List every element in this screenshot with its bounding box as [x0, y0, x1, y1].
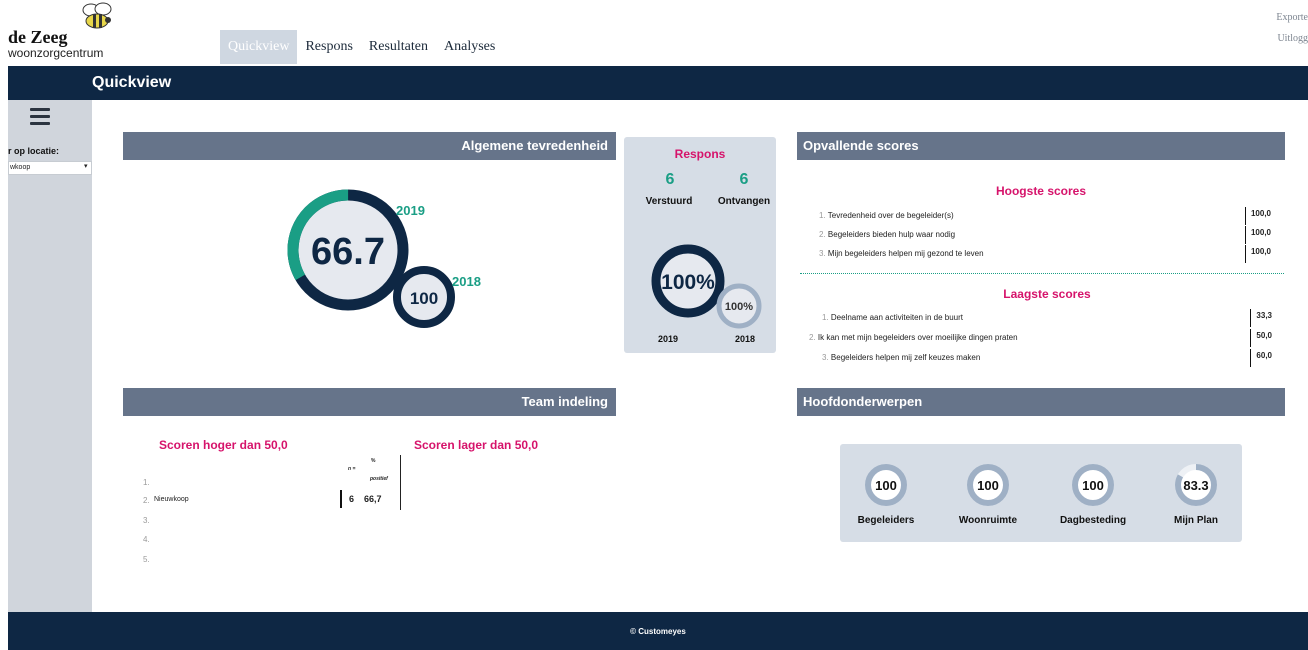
hoofd-label: Dagbesteding	[1059, 515, 1127, 526]
hoofd-label: Begeleiders	[857, 515, 915, 526]
section-team-indeling: Team indeling	[123, 388, 616, 416]
hoofd-gauge: 100	[967, 464, 1009, 506]
sidebar	[8, 100, 92, 612]
row-label: Begeleiders bieden hulp waar nodig	[827, 230, 956, 239]
team-row-n: 6	[349, 494, 355, 504]
title-bar	[8, 66, 1308, 100]
bee-icon	[82, 2, 112, 29]
row-index: 3.	[822, 353, 829, 362]
location-select[interactable]: wkoop	[8, 161, 92, 175]
row-label: Ik kan met mijn begeleiders over moeilij…	[817, 333, 1018, 342]
laagste-row: 2. Ik kan met mijn begeleiders over moei…	[809, 329, 1280, 347]
verstuurd-label: Verstuurd	[645, 196, 693, 207]
respons-value-2018: 100%	[725, 301, 753, 313]
respons-title: Respons	[674, 147, 726, 161]
value-divider	[340, 490, 342, 508]
brand-subtitle: woonzorgcentrum	[8, 46, 104, 60]
row-value: 100,0	[1244, 207, 1271, 225]
tab-analyses[interactable]: Analyses	[436, 30, 503, 64]
divider	[800, 273, 1284, 274]
row-value: 100,0	[1244, 245, 1271, 263]
hoofd-gauge: 100	[1072, 464, 1114, 506]
verstuurd-value: 6	[665, 171, 675, 188]
row-index: 2.	[819, 230, 826, 239]
respons-value-2019: 100%	[661, 271, 715, 294]
col-n-header: n =	[348, 466, 356, 472]
hoogste-scores-title: Hoogste scores	[995, 184, 1087, 198]
scoren-hoger-title: Scoren hoger dan 50,0	[159, 438, 288, 452]
team-row-index: 1.	[143, 478, 150, 487]
team-row-pct: 66,7	[364, 494, 382, 504]
hoogste-row: 1. Tevredenheid over de begeleider(s) 10…	[819, 207, 1279, 225]
ontvangen-value: 6	[739, 171, 749, 188]
hoofdonderwerpen-gauges: 100 100 100 83.3	[865, 464, 1217, 506]
team-row-index: 3.	[143, 516, 150, 525]
location-filter-label: r op locatie:	[8, 146, 60, 156]
laagste-scores-title: Laagste scores	[1003, 287, 1091, 301]
tab-respons[interactable]: Respons	[297, 30, 360, 64]
hoofd-gauge: 83.3	[1175, 464, 1217, 506]
satisfaction-value-2018: 100	[410, 289, 438, 308]
section-algemene-tevredenheid: Algemene tevredenheid	[123, 132, 616, 160]
respons-donut-widget: 100% 100%	[651, 244, 762, 329]
hoofd-gauge-value: 100	[1082, 478, 1104, 493]
row-index: 1.	[819, 211, 826, 220]
chevron-down-icon: ▾	[84, 163, 88, 170]
satisfaction-year-2018: 2018	[452, 274, 481, 289]
scoren-lager-title: Scoren lager dan 50,0	[414, 438, 539, 452]
respons-year-2018: 2018	[735, 334, 756, 344]
main-nav: Quickview Respons Resultaten Analyses	[220, 30, 503, 64]
respons-year-2019: 2019	[658, 334, 679, 344]
row-index: 2.	[809, 333, 816, 342]
hoogste-row: 2. Begeleiders bieden hulp waar nodig 10…	[819, 226, 1279, 244]
team-row-index: 4.	[143, 535, 150, 544]
hoofd-gauge: 100	[865, 464, 907, 506]
row-label: Deelname aan activiteiten in de buurt	[830, 313, 963, 322]
tab-quickview[interactable]: Quickview	[220, 30, 298, 64]
hoofd-label: Mijn Plan	[1174, 515, 1218, 526]
row-value: 50,0	[1250, 329, 1272, 347]
row-label: Mijn begeleiders helpen mij gezond te le…	[827, 249, 984, 258]
satisfaction-year-2019: 2019	[396, 203, 425, 218]
row-value: 60,0	[1250, 349, 1272, 367]
hamburger-icon[interactable]	[30, 108, 50, 129]
top-links: Exporte Uitlogg	[1276, 12, 1308, 54]
col-positief-header: positief	[370, 476, 388, 482]
team-row-name: Nieuwkoop	[154, 496, 189, 503]
hoofd-gauge-value: 100	[977, 478, 999, 493]
logout-link[interactable]: Uitlogg	[1276, 33, 1308, 44]
row-value: 100,0	[1244, 226, 1271, 244]
row-value: 33,3	[1250, 309, 1272, 327]
team-row-index: 2.	[143, 496, 150, 505]
export-link[interactable]: Exporte	[1276, 12, 1308, 23]
section-hoofdonderwerpen: Hoofdonderwerpen	[797, 388, 1285, 416]
satisfaction-value-2019: 66.7	[311, 231, 385, 273]
laagste-row: 3. Begeleiders helpen mij zelf keuzes ma…	[822, 349, 1280, 367]
section-opvallende-scores: Opvallende scores	[797, 132, 1285, 160]
footer-text: © Customeyes	[630, 627, 686, 636]
team-divider	[400, 455, 401, 510]
team-row-index: 5.	[143, 555, 150, 564]
row-label: Begeleiders helpen mij zelf keuzes maken	[830, 353, 981, 362]
row-label: Tevredenheid over de begeleider(s)	[827, 211, 954, 220]
laagste-row: 1. Deelname aan activiteiten in de buurt…	[822, 309, 1280, 327]
row-index: 3.	[819, 249, 826, 258]
satisfaction-donut-widget: 66.7 2019 100 2018	[287, 189, 481, 328]
col-pct-header: %	[371, 458, 376, 464]
tab-resultaten[interactable]: Resultaten	[361, 30, 436, 64]
row-index: 1.	[822, 313, 829, 322]
hoofd-gauge-value: 100	[875, 478, 897, 493]
ontvangen-label: Ontvangen	[717, 196, 771, 207]
page-title: Quickview	[92, 74, 172, 91]
hoofd-gauge-value: 83.3	[1183, 478, 1208, 493]
hoogste-row: 3. Mijn begeleiders helpen mij gezond te…	[819, 245, 1279, 263]
hoofd-label: Woonruimte	[958, 515, 1018, 526]
